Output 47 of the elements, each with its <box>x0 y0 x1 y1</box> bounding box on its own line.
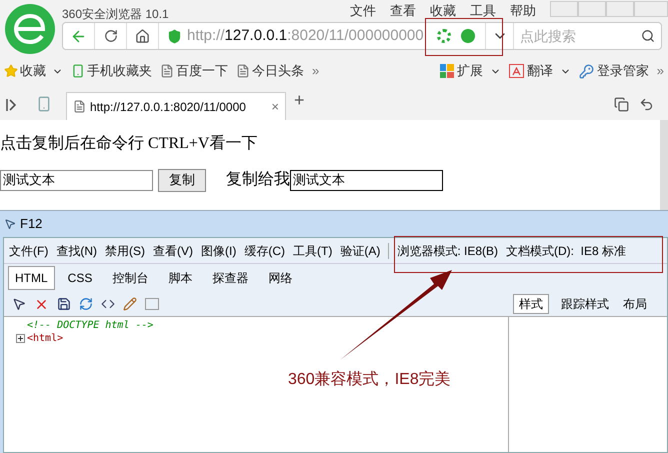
toolbar-item[interactable]: 扩展 <box>440 61 501 81</box>
bookmark-item[interactable]: 收藏 <box>4 61 63 81</box>
side-panel-tab[interactable]: 样式 <box>513 294 549 314</box>
mode-menu-item[interactable]: 浏览器模式: IE8(B) <box>397 242 498 260</box>
devtools-tab[interactable]: 网络 <box>261 266 300 290</box>
copy-target-label: 复制给我 <box>226 170 290 190</box>
window-title: 360安全浏览器 10.1 <box>62 6 169 23</box>
bookmark-item[interactable]: 今日头条 <box>236 61 304 81</box>
devtools-tab[interactable]: 脚本 <box>161 266 200 290</box>
devtools-title: F12 <box>20 215 42 234</box>
annotation-text: 360兼容模式，IE8完美 <box>288 370 451 390</box>
mode-menu-item[interactable]: 文档模式(D): IE8 标准 <box>506 242 626 260</box>
bookmark-item[interactable]: 百度一下 <box>160 61 228 81</box>
devtools-menu-item[interactable]: 验证(A) <box>340 242 380 260</box>
more-tools[interactable]: » <box>656 61 664 81</box>
instruction-text: 点击复制后在命令行 CTRL+V看一下 <box>0 134 258 154</box>
dom-node[interactable]: <html> <box>27 331 64 346</box>
side-panel-tab[interactable]: 布局 <box>621 295 649 313</box>
menu-item[interactable]: 帮助 <box>510 1 536 20</box>
devtools-menu-item[interactable]: 查找(N) <box>56 242 97 260</box>
text-input[interactable]: 测试文本 <box>290 170 443 190</box>
copy-button[interactable]: 复制 <box>158 168 206 192</box>
url-field[interactable]: http://127.0.0.1:8020/11/000000000 <box>187 24 427 48</box>
side-panel-tab[interactable]: 跟踪样式 <box>559 295 611 313</box>
new-tab-button[interactable]: + <box>294 87 305 114</box>
tab-close-button[interactable]: × <box>271 96 279 116</box>
menu-item[interactable]: 工具 <box>470 1 496 20</box>
toolbar-item[interactable]: 登录管家 <box>578 61 649 81</box>
bookmark-item[interactable]: 手机收藏夹 <box>71 61 152 81</box>
devtools-tab[interactable]: 探查器 <box>205 266 256 290</box>
devtools-menu-item[interactable]: 查看(V) <box>153 242 193 260</box>
text-input[interactable]: 测试文本 <box>0 170 153 190</box>
devtools-menu-item[interactable]: 缓存(C) <box>244 242 285 260</box>
devtools-menu-item[interactable]: 文件(F) <box>9 242 48 260</box>
dom-comment: <!-- DOCTYPE html --> <box>27 319 154 333</box>
menu-item[interactable]: 文件 <box>350 1 376 20</box>
devtools-menu-item[interactable]: 工具(T) <box>293 242 332 260</box>
menu-item[interactable]: 收藏 <box>430 1 456 20</box>
browser-tab[interactable]: http://127.0.0.1:8020/11/0000 × <box>66 92 286 120</box>
devtools-menu-item[interactable]: 图像(I) <box>201 242 236 260</box>
devtools-menu-item[interactable]: 禁用(S) <box>105 242 145 260</box>
devtools-tab[interactable]: CSS <box>60 266 100 290</box>
toolbar-item[interactable]: 翻译 <box>508 61 571 81</box>
menu-item[interactable]: 查看 <box>390 1 416 20</box>
devtools-tab[interactable]: 控制台 <box>105 266 156 290</box>
devtools-tab[interactable]: HTML <box>8 266 55 290</box>
more-bookmarks[interactable]: » <box>312 61 320 81</box>
